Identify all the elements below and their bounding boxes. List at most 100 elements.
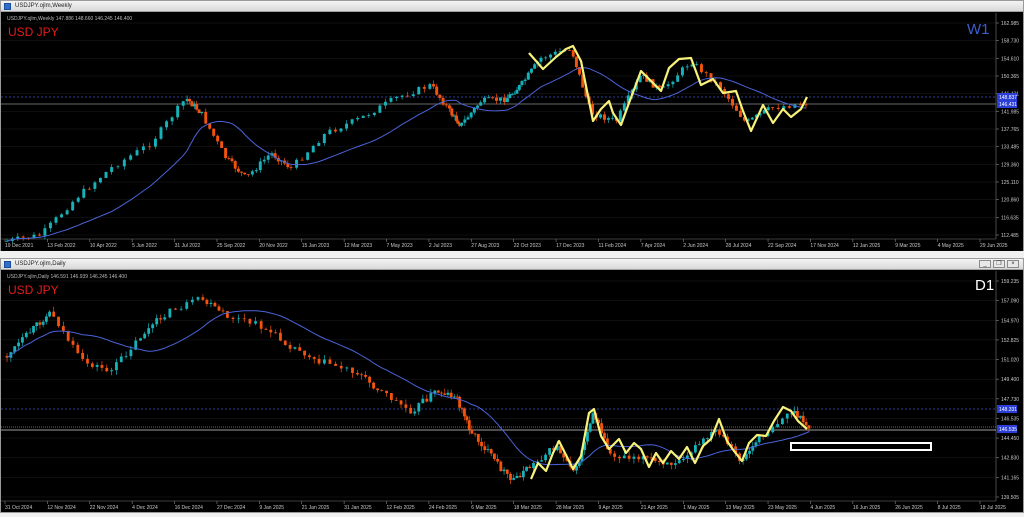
weekly-candle: [610, 117, 614, 119]
daily-candle: [364, 375, 367, 377]
weekly-price-tick-label: 129.360: [1001, 162, 1019, 168]
weekly-candle: [618, 110, 622, 121]
daily-candle: [588, 423, 592, 432]
daily-chart-window[interactable]: USDJPY.ojlm,Daily _ ❐ × 159.235 157.090 15…: [0, 258, 1024, 513]
weekly-candle: [246, 174, 250, 176]
daily-candle: [801, 415, 805, 423]
daily-candle: [328, 359, 332, 364]
weekly-candle: [71, 201, 75, 211]
weekly-chart-window[interactable]: USDJPY.ojlm,Weekly 162.985 158.730 154.610…: [0, 0, 1024, 251]
close-button[interactable]: ×: [1007, 260, 1019, 268]
daily-candle: [179, 308, 183, 310]
daily-candle: [449, 392, 453, 398]
weekly-price-tick-label: 154.610: [1001, 56, 1019, 62]
weekly-candle: [530, 68, 533, 73]
weekly-candle: [65, 210, 69, 215]
daily-chart-svg[interactable]: 159.235 157.090 154.970 152.825 151.020 149.4…: [1, 271, 1023, 512]
daily-candle: [351, 367, 354, 373]
weekly-candle: [322, 134, 326, 143]
daily-price-tick-label: 146.535: [1001, 416, 1019, 422]
daily-candle: [425, 398, 429, 402]
daily-date-tick-label: 4 Dec 2024: [132, 505, 158, 511]
daily-candle: [115, 362, 118, 371]
weekly-candle: [704, 72, 708, 74]
daily-date-tick-label: 26 Jun 2025: [895, 505, 923, 511]
weekly-date-tick-label: 10 Apr 2022: [90, 243, 117, 249]
weekly-chart-area[interactable]: 162.985 158.730 154.610 150.365 146.431141.9…: [1, 13, 1023, 251]
weekly-candle: [456, 121, 460, 124]
daily-candle: [465, 416, 469, 421]
weekly-window-title: USDJPY.ojlm,Weekly: [15, 3, 72, 9]
daily-date-tick-label: 28 Mar 2025: [556, 505, 584, 511]
daily-date-tick-label: 13 May 2025: [726, 505, 755, 511]
weekly-candle: [165, 121, 169, 128]
weekly-candle: [766, 107, 770, 111]
daily-candle: [627, 455, 631, 459]
daily-date-tick-label: 16 Dec 2024: [175, 505, 204, 511]
weekly-candle: [411, 94, 415, 96]
daily-timeframe-label: D1: [975, 277, 995, 294]
weekly-candle: [487, 97, 491, 99]
weekly-candle: [306, 152, 310, 160]
daily-candle: [248, 318, 252, 324]
daily-candle: [264, 328, 268, 330]
weekly-date-tick-label: 17 Nov 2024: [810, 243, 839, 249]
daily-candle: [673, 463, 677, 465]
daily-candle: [548, 448, 551, 455]
weekly-titlebar[interactable]: USDJPY.ojlm,Weekly: [1, 1, 1023, 12]
weekly-candle: [200, 111, 204, 114]
weekly-candle: [262, 159, 266, 162]
daily-candle: [493, 453, 496, 460]
weekly-candle: [135, 150, 139, 156]
daily-price-tick-label: 151.020: [1001, 358, 1019, 364]
daily-candle: [796, 410, 799, 418]
daily-window-buttons: _ ❐ ×: [979, 260, 1019, 268]
weekly-price-tick-label: 162.985: [1001, 21, 1019, 27]
weekly-candle: [250, 171, 254, 175]
daily-candle: [544, 454, 547, 461]
weekly-date-tick-label: 2 Jul 2023: [429, 243, 452, 249]
daily-candle: [540, 460, 543, 462]
weekly-date-tick-label: 13 Feb 2022: [47, 243, 75, 249]
daily-candle: [446, 392, 450, 395]
weekly-candle: [43, 228, 47, 236]
weekly-candle: [498, 97, 502, 101]
weekly-candle: [447, 105, 451, 109]
daily-candle: [317, 358, 321, 364]
daily-candle: [771, 427, 775, 433]
daily-candle: [706, 438, 709, 440]
daily-price-tick-label: 141.165: [1001, 475, 1019, 481]
daily-candle: [521, 470, 525, 478]
daily-candle: [86, 358, 89, 364]
daily-chart-area[interactable]: 159.235 157.090 154.970 152.825 151.020 149.4…: [1, 271, 1023, 512]
daily-candle: [196, 297, 200, 300]
weekly-date-tick-label: 9 Mar 2025: [895, 243, 921, 249]
weekly-symbol-label: USD JPY: [8, 25, 59, 39]
daily-candle: [52, 311, 56, 317]
daily-candle: [436, 390, 440, 393]
restore-button[interactable]: ❐: [993, 260, 1005, 268]
daily-price-tick-label: 147.730: [1001, 397, 1019, 403]
daily-candle: [274, 332, 278, 334]
minimize-button[interactable]: _: [979, 260, 991, 268]
daily-candle: [298, 347, 302, 351]
daily-candle: [421, 398, 425, 404]
weekly-date-tick-label: 22 Sep 2024: [768, 243, 797, 249]
weekly-candle: [666, 84, 670, 87]
weekly-price-badge-label: 146.431: [999, 102, 1017, 108]
weekly-date-tick-label: 31 Jul 2022: [175, 243, 201, 249]
weekly-candle: [603, 114, 606, 120]
weekly-candle: [483, 97, 487, 103]
daily-candle: [76, 344, 80, 353]
weekly-candle: [417, 87, 421, 95]
weekly-candle: [444, 104, 448, 106]
daily-candle: [509, 473, 512, 480]
daily-candle: [637, 456, 641, 460]
weekly-candle: [159, 127, 163, 139]
daily-candle: [512, 478, 516, 480]
daily-titlebar[interactable]: USDJPY.ojlm,Daily _ ❐ ×: [1, 259, 1023, 270]
weekly-candle: [254, 170, 258, 172]
weekly-chart-svg[interactable]: 162.985 158.730 154.610 150.365 146.431141.9…: [1, 13, 1023, 251]
daily-candle: [417, 403, 421, 412]
daily-candle: [159, 318, 163, 320]
